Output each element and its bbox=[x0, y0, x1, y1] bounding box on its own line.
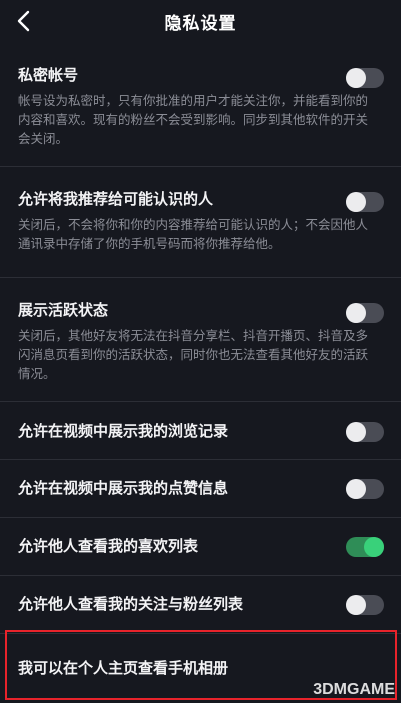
recommend-toggle[interactable] bbox=[346, 192, 384, 212]
toggle-knob bbox=[346, 479, 366, 499]
setting-description: 关闭后，其他好友将无法在抖音分享栏、抖音开播页、抖音及多闪消息页看到你的活跃状态… bbox=[18, 329, 369, 381]
setting-label: 允许将我推荐给可能认识的人 bbox=[18, 191, 214, 208]
activity-status-toggle[interactable] bbox=[346, 303, 384, 323]
toggle-knob bbox=[346, 68, 366, 88]
setting-label: 允许在视频中展示我的点赞信息 bbox=[18, 480, 229, 497]
setting-label: 允许他人查看我的关注与粉丝列表 bbox=[18, 596, 244, 613]
toggle-knob bbox=[346, 595, 366, 615]
toggle-knob bbox=[346, 192, 366, 212]
toggle-knob bbox=[346, 422, 366, 442]
setting-recommend-to-contacts[interactable]: 允许将我推荐给可能认识的人 关闭后，不会将你和你的内容推荐给可能认识的人；不会因… bbox=[0, 167, 401, 278]
browsing-toggle[interactable] bbox=[346, 422, 384, 442]
setting-private-account[interactable]: 私密帐号 帐号设为私密时，只有你批准的用户才能关注你，并能看到你的内容和喜欢。现… bbox=[0, 44, 401, 167]
toggle-knob bbox=[346, 303, 366, 323]
follow-list-toggle[interactable] bbox=[346, 595, 384, 615]
setting-show-likes-info[interactable]: 允许在视频中展示我的点赞信息 bbox=[0, 460, 401, 518]
setting-show-browsing[interactable]: 允许在视频中展示我的浏览记录 bbox=[0, 402, 401, 460]
setting-label: 私密帐号 bbox=[18, 67, 79, 84]
settings-list: 私密帐号 帐号设为私密时，只有你批准的用户才能关注你，并能看到你的内容和喜欢。现… bbox=[0, 44, 401, 702]
setting-description: 关闭后，不会将你和你的内容推荐给可能认识的人；不会因他人通讯录中存储了你的手机号… bbox=[18, 218, 369, 251]
setting-label: 允许在视频中展示我的浏览记录 bbox=[18, 423, 229, 440]
likes-info-toggle[interactable] bbox=[346, 479, 384, 499]
watermark-text: 3DMGAME bbox=[313, 681, 395, 698]
setting-like-list-visible[interactable]: 允许他人查看我的喜欢列表 bbox=[0, 518, 401, 576]
page-title: 隐私设置 bbox=[164, 14, 237, 33]
nav-header: 隐私设置 bbox=[0, 0, 401, 44]
setting-label: 展示活跃状态 bbox=[18, 302, 109, 319]
setting-description: 帐号设为私密时，只有你批准的用户才能关注你，并能看到你的内容和喜欢。现有的粉丝不… bbox=[18, 94, 369, 146]
private-account-toggle[interactable] bbox=[346, 68, 384, 88]
like-list-toggle[interactable] bbox=[346, 537, 384, 557]
toggle-knob bbox=[364, 537, 384, 557]
setting-activity-status[interactable]: 展示活跃状态 关闭后，其他好友将无法在抖音分享栏、抖音开播页、抖音及多闪消息页看… bbox=[0, 278, 401, 402]
setting-label: 允许他人查看我的喜欢列表 bbox=[18, 538, 199, 555]
setting-follow-list-visible[interactable]: 允许他人查看我的关注与粉丝列表 bbox=[0, 576, 401, 634]
